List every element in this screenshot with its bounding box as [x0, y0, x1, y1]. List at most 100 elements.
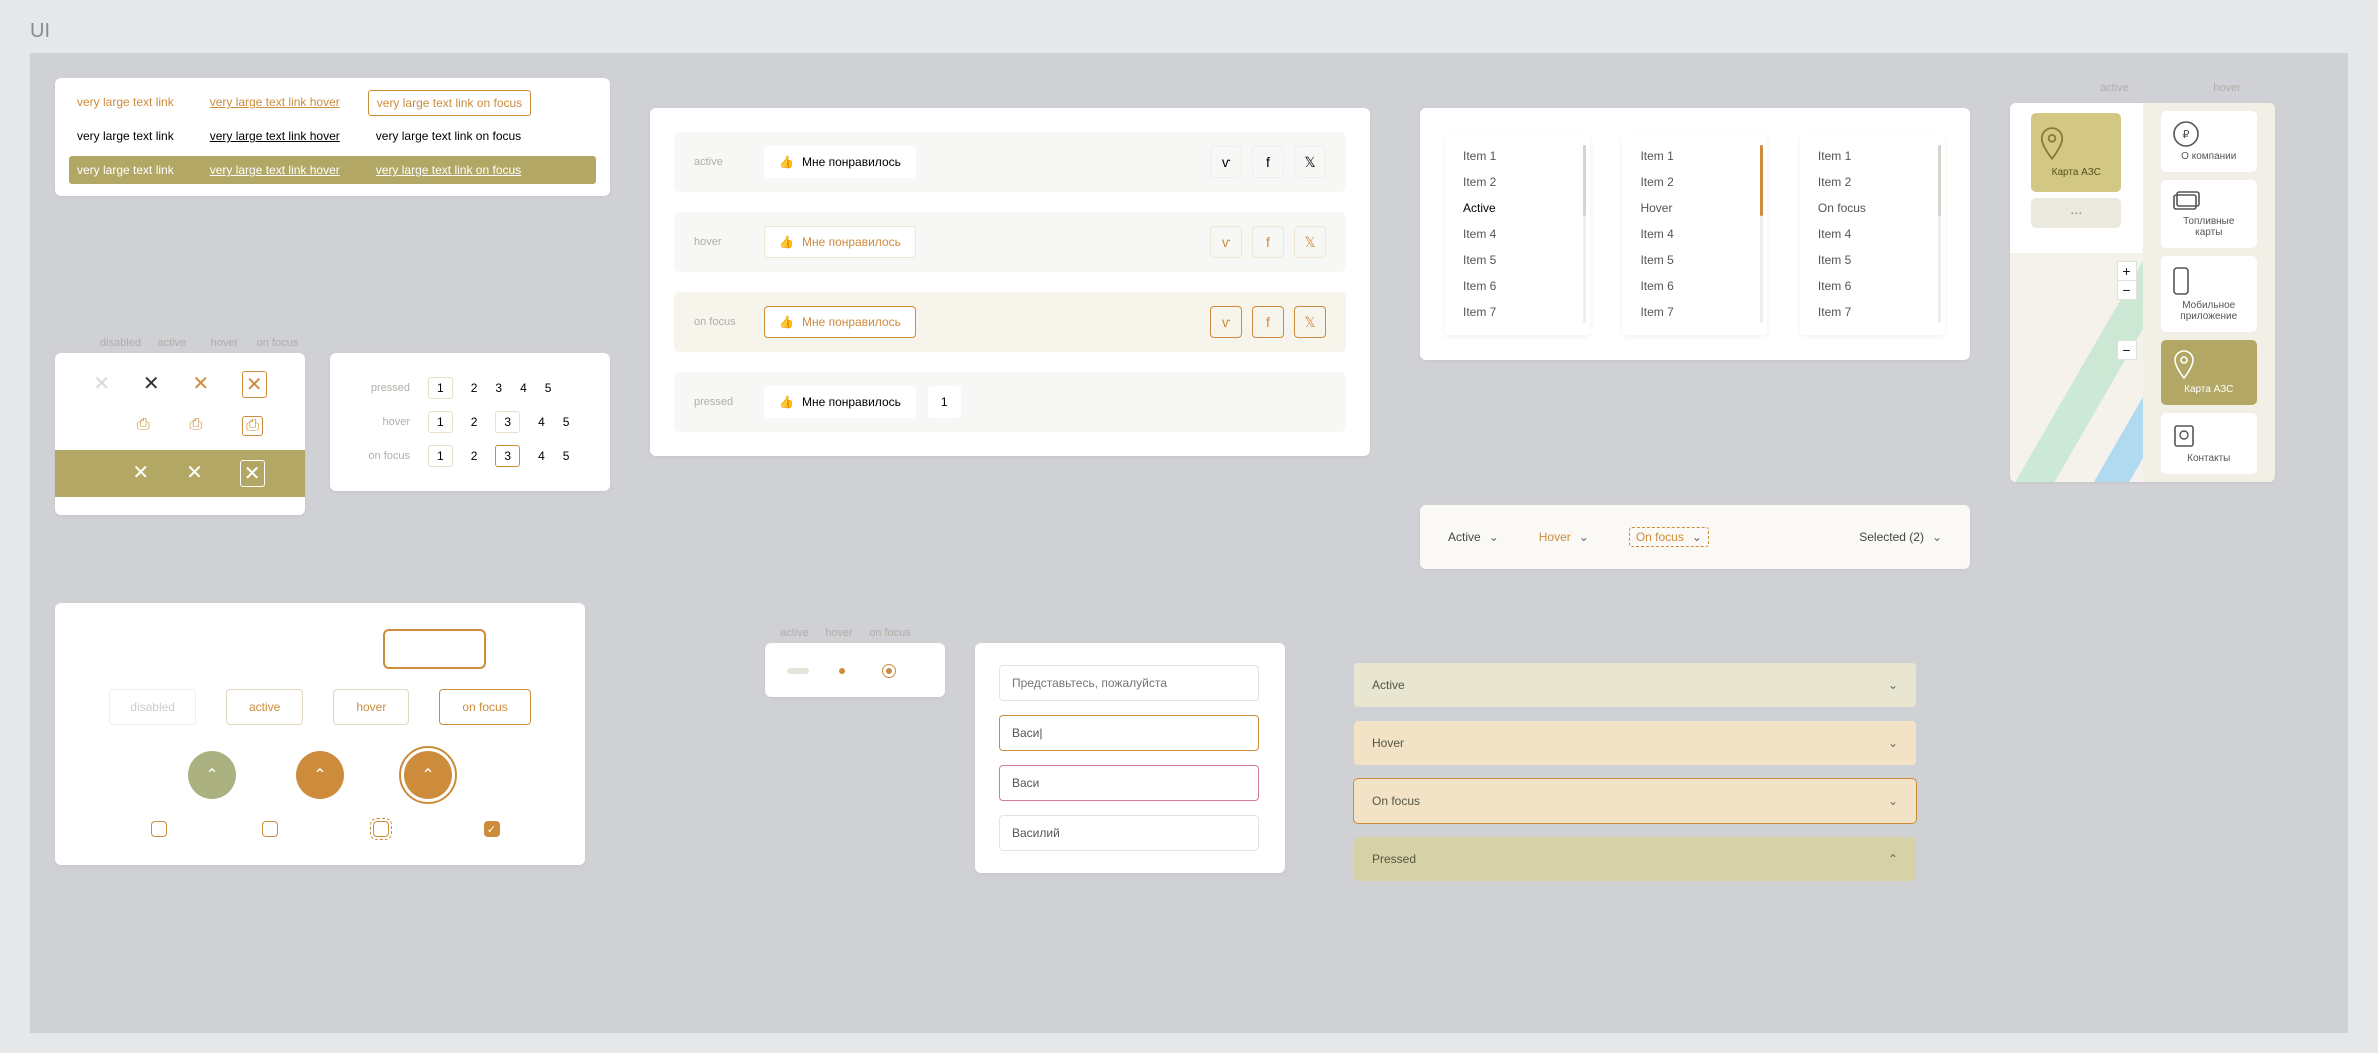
page-1-h[interactable]: 1	[428, 411, 453, 433]
list-item[interactable]: Item 6	[1800, 273, 1945, 299]
page-3[interactable]: 3	[495, 381, 502, 395]
link-inv-focus[interactable]: very large text link on focus	[368, 158, 529, 182]
like-button-hover[interactable]: 👍Мне понравилось	[764, 226, 916, 258]
input-typing[interactable]	[999, 715, 1259, 751]
nav-tile-contacts[interactable]: Контакты	[2161, 413, 2257, 474]
share-icon-hover[interactable]: ⎙	[190, 416, 203, 436]
map-zoom-out[interactable]: −	[2117, 281, 2137, 300]
checkbox-unchecked[interactable]	[151, 821, 167, 837]
like-button-focus[interactable]: 👍Мне понравилось	[764, 306, 916, 338]
fab-focus[interactable]: ⌃	[404, 751, 452, 799]
page-5-h[interactable]: 5	[563, 415, 570, 429]
twitter-icon[interactable]: 𝕏	[1294, 146, 1326, 178]
accordion-hover[interactable]: Hover⌄	[1354, 721, 1916, 765]
list-active[interactable]: Item 1 Item 2 Active Item 4 Item 5 Item …	[1445, 133, 1590, 335]
share-icon-focus[interactable]: ⎙	[242, 416, 263, 436]
outline-button-focus[interactable]: on focus	[439, 689, 530, 725]
vk-icon-hover[interactable]: ⱱ	[1210, 226, 1242, 258]
page-5-f[interactable]: 5	[563, 449, 570, 463]
list-item[interactable]: Item 5	[1445, 247, 1590, 273]
list-item[interactable]: Item 7	[1445, 299, 1590, 325]
page-1-f[interactable]: 1	[428, 445, 453, 467]
input-empty[interactable]	[999, 665, 1259, 701]
input-error[interactable]	[999, 765, 1259, 801]
nav-tile-map-hover[interactable]: Карта АЗС	[2161, 340, 2257, 405]
close-icon-active[interactable]: ✕	[143, 371, 160, 398]
vk-icon[interactable]: ⱱ	[1210, 146, 1242, 178]
page-3-h[interactable]: 3	[495, 411, 520, 433]
input-filled[interactable]	[999, 815, 1259, 851]
dropdown-selected[interactable]: Selected (2)⌄	[1859, 527, 1942, 547]
list-item-focus[interactable]: On focus	[1800, 195, 1945, 221]
dropdown-focus[interactable]: On focus⌄	[1629, 527, 1709, 547]
dropdown-hover[interactable]: Hover⌄	[1539, 527, 1589, 547]
page-2-h[interactable]: 2	[471, 415, 478, 429]
carousel-indicator-hover[interactable]	[839, 668, 845, 674]
nav-tile-mobile[interactable]: Мобильное приложение	[2161, 256, 2257, 332]
outline-button-active[interactable]: active	[226, 689, 303, 725]
close-icon-inv-active[interactable]: ✕	[132, 460, 149, 487]
list-item[interactable]: Item 7	[1622, 299, 1767, 325]
nav-expand-button[interactable]: ⋯	[2031, 198, 2121, 228]
fab-hover[interactable]: ⌃	[296, 751, 344, 799]
link-focus[interactable]: very large text link on focus	[368, 90, 531, 116]
list-item[interactable]: Item 4	[1445, 221, 1590, 247]
list-item-active[interactable]: Active	[1445, 195, 1590, 221]
accordion-pressed[interactable]: Pressed⌃	[1354, 837, 1916, 881]
facebook-icon-focus[interactable]: f	[1252, 306, 1284, 338]
link-inv-base[interactable]: very large text link	[69, 158, 182, 182]
carousel-indicator-active[interactable]	[787, 668, 809, 674]
list-item[interactable]: Item 4	[1622, 221, 1767, 247]
list-item[interactable]: Item 1	[1622, 143, 1767, 169]
list-item-hover[interactable]: Hover	[1622, 195, 1767, 221]
close-icon-focus[interactable]: ✕	[242, 371, 267, 398]
link-inv-hover[interactable]: very large text link hover	[202, 158, 348, 182]
fab-active[interactable]: ⌃	[188, 751, 236, 799]
dropdown-active[interactable]: Active⌄	[1448, 527, 1499, 547]
list-item[interactable]: Item 1	[1800, 143, 1945, 169]
scrollbar[interactable]	[1583, 145, 1586, 323]
close-icon-inv-focus[interactable]: ✕	[240, 460, 265, 487]
like-button-active[interactable]: 👍Мне понравилось	[764, 146, 916, 178]
page-1-pressed[interactable]: 1	[428, 377, 453, 399]
accordion-active[interactable]: Active⌄	[1354, 663, 1916, 707]
nav-tile-map-active[interactable]: Карта АЗС	[2031, 113, 2121, 192]
page-3-f[interactable]: 3	[495, 445, 520, 467]
close-icon-hover[interactable]: ✕	[192, 371, 209, 398]
list-focus[interactable]: Item 1 Item 2 On focus Item 4 Item 5 Ite…	[1800, 133, 1945, 335]
close-icon-inv-hover[interactable]: ✕	[186, 460, 203, 487]
nav-tile-about[interactable]: ₽ О компании	[2161, 111, 2257, 172]
scrollbar[interactable]	[1760, 145, 1763, 323]
list-hover[interactable]: Item 1 Item 2 Hover Item 4 Item 5 Item 6…	[1622, 133, 1767, 335]
outline-button-hover[interactable]: hover	[333, 689, 409, 725]
link-base[interactable]: very large text link	[69, 90, 182, 116]
list-item[interactable]: Item 2	[1622, 169, 1767, 195]
twitter-icon-focus[interactable]: 𝕏	[1294, 306, 1326, 338]
map-placeholder[interactable]: + − −	[2010, 253, 2143, 482]
page-4-h[interactable]: 4	[538, 415, 545, 429]
list-item[interactable]: Item 6	[1445, 273, 1590, 299]
link-hover[interactable]: very large text link hover	[202, 90, 348, 116]
twitter-icon-hover[interactable]: 𝕏	[1294, 226, 1326, 258]
map-zoom-in[interactable]: +	[2117, 261, 2137, 281]
checkbox-hover[interactable]	[262, 821, 278, 837]
link-dark-base[interactable]: very large text link	[69, 124, 182, 148]
list-item[interactable]: Item 7	[1800, 299, 1945, 325]
carousel-indicator-focus[interactable]	[886, 668, 892, 674]
page-4-f[interactable]: 4	[538, 449, 545, 463]
checkbox-checked[interactable]: ✓	[484, 821, 500, 837]
list-item[interactable]: Item 5	[1622, 247, 1767, 273]
nav-tile-cards[interactable]: Топливные карты	[2161, 180, 2257, 248]
green-button-hover[interactable]: hover	[271, 631, 355, 667]
accordion-focus[interactable]: On focus⌄	[1354, 779, 1916, 823]
page-2-f[interactable]: 2	[471, 449, 478, 463]
page-2[interactable]: 2	[471, 381, 478, 395]
like-button-pressed[interactable]: 👍Мне понравилось	[764, 386, 916, 418]
list-item[interactable]: Item 6	[1622, 273, 1767, 299]
facebook-icon-hover[interactable]: f	[1252, 226, 1284, 258]
list-item[interactable]: Item 5	[1800, 247, 1945, 273]
link-dark-focus[interactable]: very large text link on focus	[368, 124, 529, 148]
facebook-icon[interactable]: f	[1252, 146, 1284, 178]
list-item[interactable]: Item 2	[1800, 169, 1945, 195]
scrollbar[interactable]	[1938, 145, 1941, 323]
